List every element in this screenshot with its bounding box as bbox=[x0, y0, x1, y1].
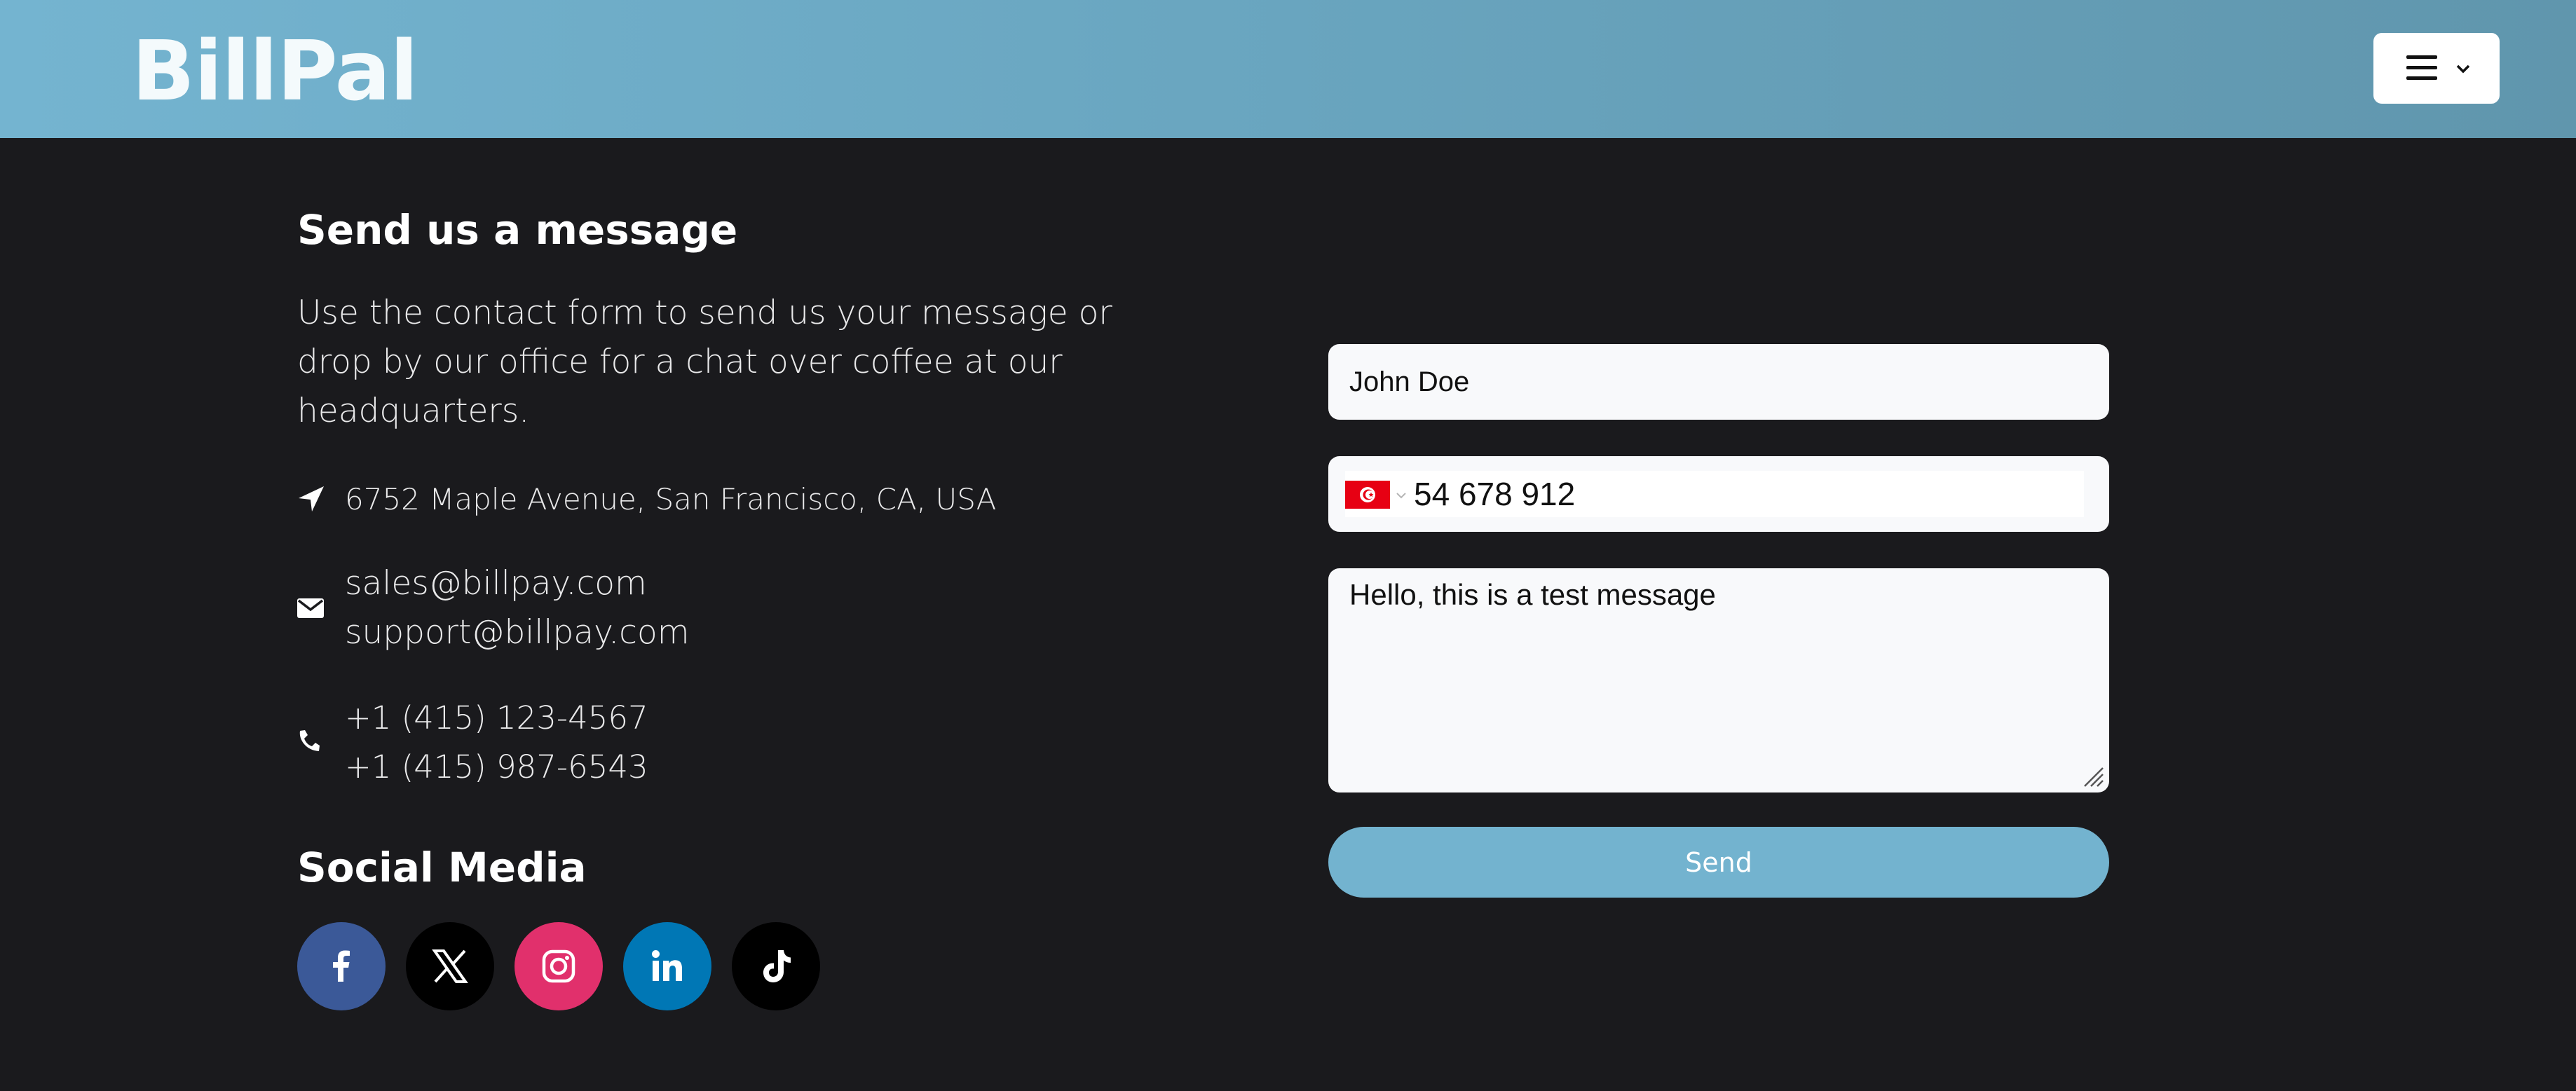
phone-number-primary-link[interactable]: +1 (415) 123-4567 bbox=[345, 694, 648, 743]
envelope-icon bbox=[297, 598, 324, 618]
linkedin-icon bbox=[652, 950, 682, 981]
top-navbar: BillPal bbox=[0, 0, 2576, 138]
resize-handle-icon[interactable] bbox=[2080, 764, 2104, 788]
location-arrow-icon bbox=[299, 486, 324, 512]
support-email-link[interactable]: support@billpay.com bbox=[345, 608, 690, 657]
chevron-down-icon bbox=[1396, 493, 1406, 499]
email-list: sales@billpay.com support@billpay.com bbox=[345, 559, 690, 657]
facebook-link[interactable] bbox=[297, 922, 386, 1010]
chevron-down-icon bbox=[2456, 64, 2470, 74]
linkedin-link[interactable] bbox=[623, 922, 711, 1010]
message-textarea[interactable]: Hello, this is a test message bbox=[1328, 568, 2109, 792]
name-input[interactable] bbox=[1328, 344, 2109, 420]
sales-email-link[interactable]: sales@billpay.com bbox=[345, 559, 690, 608]
phone-icon bbox=[299, 730, 320, 751]
office-address: 6752 Maple Avenue, San Francisco, CA, US… bbox=[345, 482, 997, 516]
tiktok-icon bbox=[763, 950, 791, 982]
tunisia-flag-icon bbox=[1345, 481, 1390, 509]
phone-input-group bbox=[1345, 471, 2084, 517]
phone-input[interactable] bbox=[1414, 471, 2073, 517]
send-button[interactable]: Send bbox=[1328, 827, 2109, 898]
facebook-icon bbox=[333, 950, 350, 982]
contact-intro-text: Use the contact form to send us your mes… bbox=[297, 294, 1112, 430]
phone-list: +1 (415) 123-4567 +1 (415) 987-6543 bbox=[345, 694, 648, 792]
menu-toggle-button[interactable] bbox=[2373, 33, 2500, 104]
instagram-icon bbox=[542, 949, 575, 983]
x-icon bbox=[432, 949, 468, 983]
country-code-select[interactable] bbox=[1345, 471, 1411, 517]
instagram-link[interactable] bbox=[514, 922, 603, 1010]
contact-section-title: Send us a message bbox=[297, 206, 738, 254]
hamburger-icon bbox=[2406, 55, 2437, 80]
tiktok-link[interactable] bbox=[732, 922, 820, 1010]
phone-field bbox=[1328, 456, 2109, 532]
phone-number-secondary-link[interactable]: +1 (415) 987-6543 bbox=[345, 743, 648, 792]
social-media-title: Social Media bbox=[297, 844, 587, 891]
x-twitter-link[interactable] bbox=[406, 922, 494, 1010]
brand-logo[interactable]: BillPal bbox=[132, 20, 418, 122]
